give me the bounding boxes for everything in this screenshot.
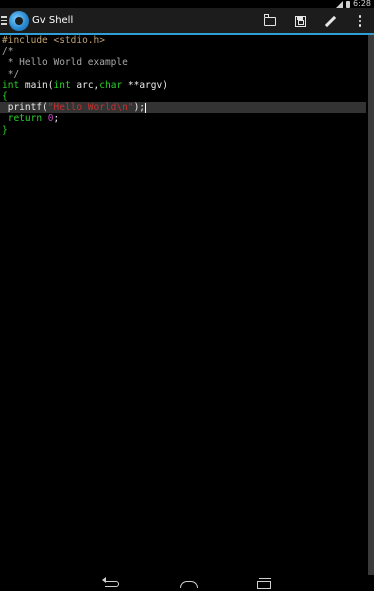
signal-icon xyxy=(336,0,344,8)
pencil-icon xyxy=(324,15,336,27)
code-line[interactable]: /* xyxy=(0,46,366,57)
code-token: return xyxy=(2,113,43,125)
code-line[interactable]: } xyxy=(0,125,366,136)
code-token: char xyxy=(99,79,123,91)
action-bar: Gv Shell xyxy=(0,8,374,35)
back-button[interactable] xyxy=(102,576,124,590)
editor-scrollbar[interactable] xyxy=(368,35,374,575)
code-line[interactable]: { xyxy=(0,91,366,102)
code-line[interactable]: printf("Hello World\n"); xyxy=(0,102,366,114)
overflow-menu-button[interactable] xyxy=(351,12,369,30)
home-button[interactable] xyxy=(178,576,200,590)
status-bar: 6:28 xyxy=(0,0,374,8)
code-token: ; xyxy=(53,113,60,125)
code-line[interactable]: #include <stdio.h> xyxy=(0,35,366,46)
code-editor[interactable]: #include <stdio.h>/* * Hello World examp… xyxy=(0,35,366,575)
code-token: } xyxy=(2,124,8,136)
code-token: */ xyxy=(2,68,20,80)
recents-button[interactable] xyxy=(253,576,275,590)
folder-open-icon xyxy=(263,13,276,26)
code-token: * Hello World example xyxy=(2,57,128,69)
code-token: ); xyxy=(133,102,146,114)
more-vert-icon xyxy=(358,15,362,27)
code-token: arc, xyxy=(70,79,100,91)
app-title: Gv Shell xyxy=(32,15,74,26)
code-line[interactable]: */ xyxy=(0,69,366,80)
code-token: int xyxy=(53,79,71,91)
code-line[interactable]: * Hello World example xyxy=(0,57,366,68)
save-icon xyxy=(294,15,306,27)
open-file-button[interactable] xyxy=(261,12,279,30)
code-token: main( xyxy=(19,79,54,91)
edit-button[interactable] xyxy=(321,12,339,30)
code-line[interactable]: int main(int arc,char **argv) xyxy=(0,80,366,91)
hamburger-icon[interactable] xyxy=(1,16,7,25)
code-token: int xyxy=(2,79,20,91)
gv-shell-logo-icon[interactable] xyxy=(9,11,29,31)
battery-icon xyxy=(346,0,351,8)
text-cursor xyxy=(145,102,147,113)
navigation-bar xyxy=(0,575,374,591)
home-icon xyxy=(180,581,198,588)
code-token: /* xyxy=(2,46,14,58)
code-line[interactable]: return 0; xyxy=(0,113,366,124)
recents-icon xyxy=(257,578,271,589)
code-token: #include <stdio.h> xyxy=(2,35,105,46)
code-token: 0 xyxy=(42,113,54,125)
save-file-button[interactable] xyxy=(291,12,309,30)
back-icon xyxy=(102,577,119,587)
code-token: "Hello World\n" xyxy=(47,102,134,114)
code-token: { xyxy=(2,90,8,102)
code-token: **argv) xyxy=(122,79,168,91)
code-token: printf( xyxy=(2,102,48,114)
